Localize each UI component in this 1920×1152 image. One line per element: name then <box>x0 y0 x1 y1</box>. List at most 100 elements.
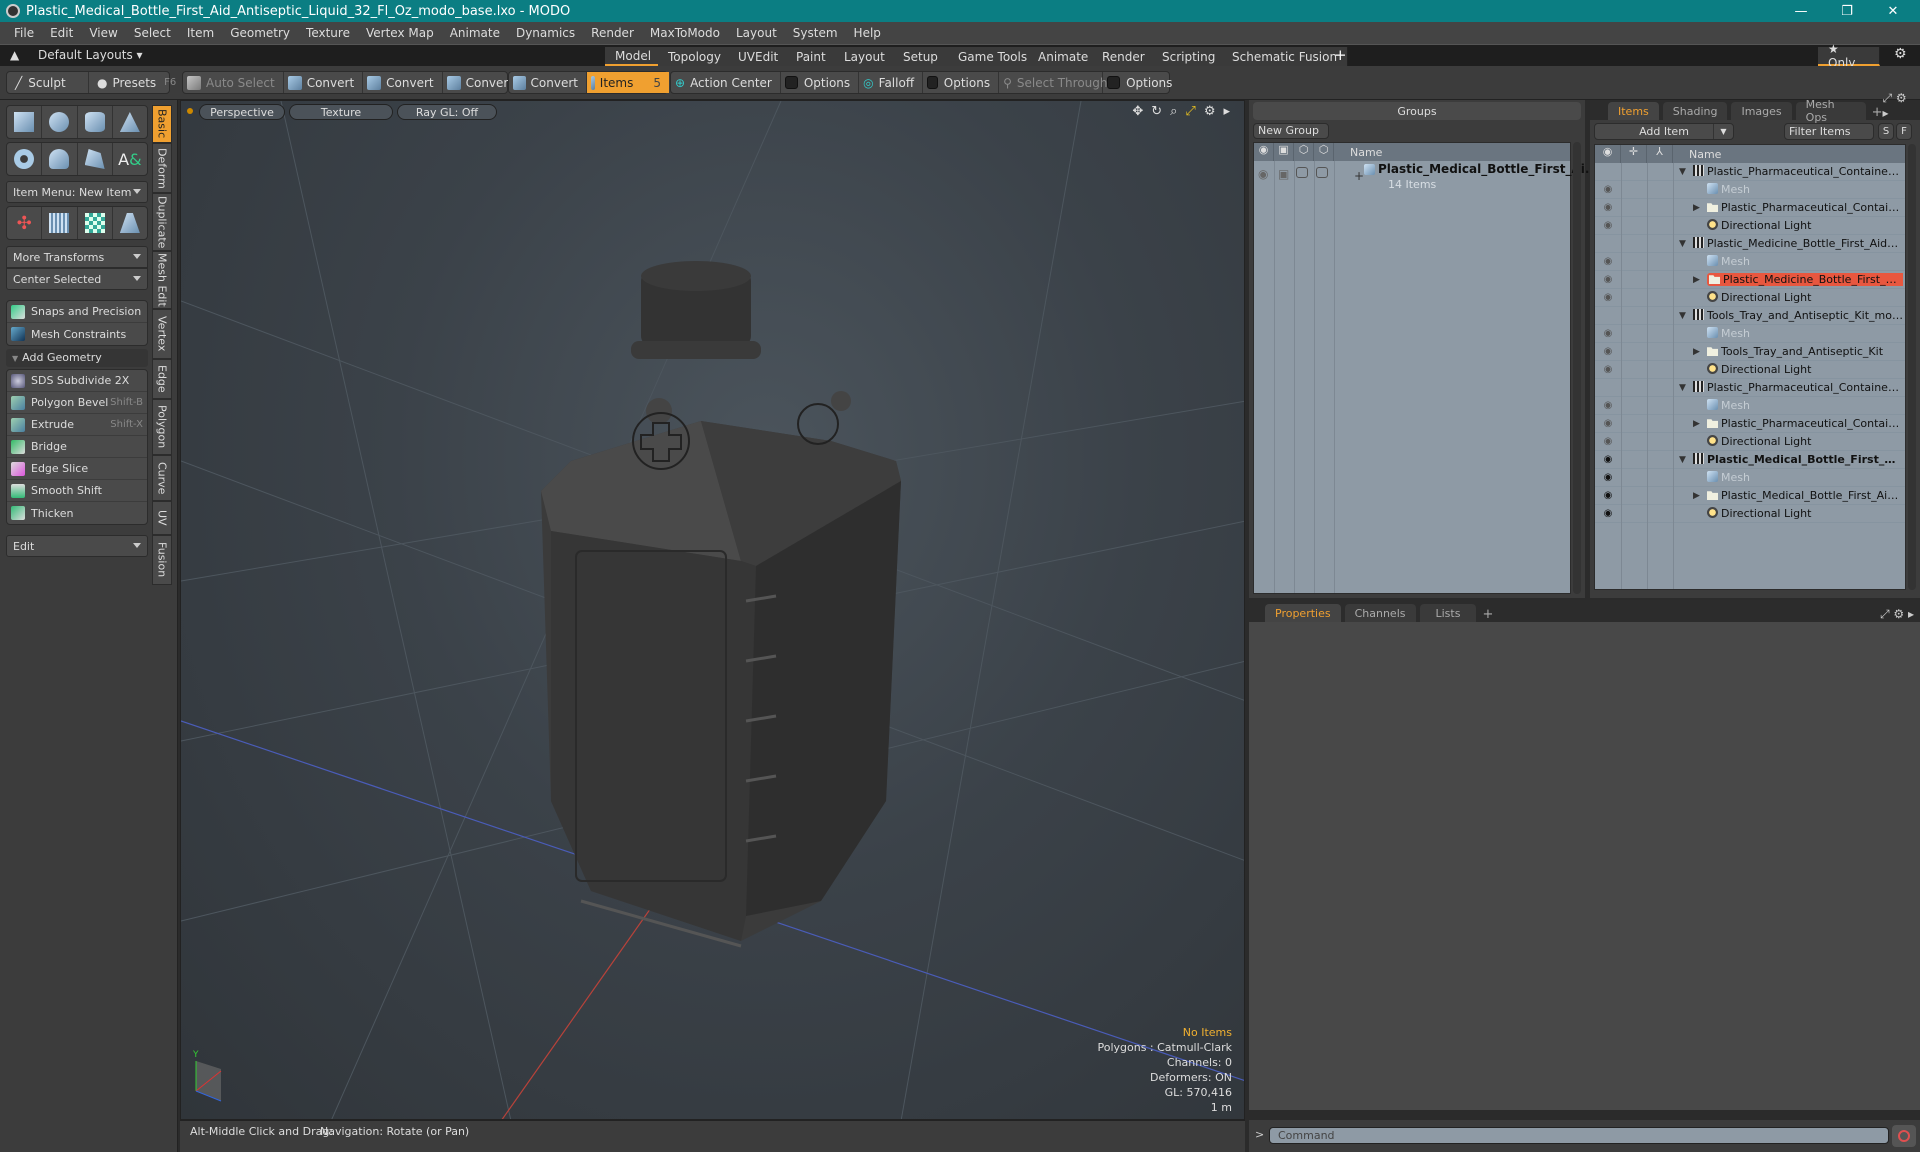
record-macro-button[interactable] <box>1892 1125 1916 1147</box>
convert-edges-button[interactable]: Convert <box>363 72 443 93</box>
collapse-triangle-icon[interactable]: ▼ <box>1679 383 1686 393</box>
tab-images[interactable]: Images <box>1731 102 1792 120</box>
panel-gear-icon[interactable]: ⤢ ⚙ ▸ <box>1882 91 1914 120</box>
expand-triangle-icon[interactable]: ▶ <box>1693 419 1700 429</box>
menu-layout[interactable]: Layout <box>728 26 785 40</box>
menu-item[interactable]: Item <box>179 26 222 40</box>
visibility-eye-icon[interactable]: ◉ <box>1595 328 1621 339</box>
taper-tool[interactable] <box>113 207 147 239</box>
tab-mesh-ops[interactable]: Mesh Ops <box>1795 98 1866 124</box>
menu-help[interactable]: Help <box>846 26 889 40</box>
transform-tool[interactable]: ✣ <box>7 207 43 239</box>
add-tab-icon[interactable]: + <box>1872 105 1883 120</box>
visibility-eye-icon[interactable]: ◉ <box>1595 508 1621 519</box>
visibility-eye-icon[interactable]: ◉ <box>1595 418 1621 429</box>
select-column-icon[interactable]: ⬡ <box>1314 143 1334 161</box>
sphere-tool[interactable] <box>42 106 78 138</box>
visibility-eye-icon[interactable]: ◉ <box>1595 184 1621 195</box>
expand-triangle-icon[interactable]: ▶ <box>1693 347 1700 357</box>
extrude-button[interactable]: Extrude Shift-X <box>7 414 147 436</box>
menu-geometry[interactable]: Geometry <box>222 26 298 40</box>
close-button[interactable]: ✕ <box>1870 0 1916 22</box>
render-column-icon[interactable]: ▣ <box>1274 143 1294 161</box>
cube-tool[interactable] <box>7 106 43 138</box>
item-row[interactable]: ◉ ▶ Plastic_Medical_Bottle_First_Aid_A... <box>1595 487 1905 505</box>
tab-model[interactable]: Model <box>605 47 663 66</box>
vtab-curve[interactable]: Curve <box>152 455 172 501</box>
lock-column-icon[interactable]: ⬡ <box>1294 143 1314 161</box>
tab-channels[interactable]: Channels <box>1344 604 1416 622</box>
select-through-button[interactable]: ⚲ Select Through <box>999 72 1108 93</box>
add-tab-button[interactable]: + <box>1334 46 1347 64</box>
tab-items[interactable]: Items <box>1608 102 1659 120</box>
collapse-triangle-icon[interactable]: ▼ <box>1679 311 1686 321</box>
lock-checkbox[interactable] <box>1296 167 1308 178</box>
visibility-eye-icon[interactable]: ◉ <box>1595 490 1621 501</box>
item-row[interactable]: ◉ Mesh <box>1595 469 1905 487</box>
convert-items-button[interactable]: Convert <box>509 72 587 93</box>
collapse-triangle-icon[interactable]: ▼ <box>1679 167 1686 177</box>
select-checkbox[interactable] <box>1316 167 1328 178</box>
vtab-mesh-edit[interactable]: Mesh Edit <box>152 251 172 309</box>
vtab-vertex[interactable]: Vertex <box>152 309 172 359</box>
expand-plus-icon[interactable]: + <box>1354 169 1364 183</box>
item-row[interactable]: ◉ Mesh <box>1595 325 1905 343</box>
vtab-deform[interactable]: Deform <box>152 143 172 193</box>
item-row[interactable]: ◉ ▶ Tools_Tray_and_Antiseptic_Kit <box>1595 343 1905 361</box>
item-row[interactable]: ▼ Plastic_Medicine_Bottle_First_Aid_An... <box>1595 235 1905 253</box>
vtab-uv[interactable]: UV <box>152 501 172 535</box>
vtab-fusion[interactable]: Fusion <box>152 535 172 585</box>
new-group-button[interactable]: New Group <box>1253 123 1329 139</box>
deform-tool[interactable] <box>42 207 78 239</box>
menu-view[interactable]: View <box>81 26 125 40</box>
bridge-button[interactable]: Bridge <box>7 436 147 458</box>
menu-file[interactable]: File <box>6 26 42 40</box>
menu-system[interactable]: System <box>785 26 846 40</box>
add-tab-icon[interactable]: + <box>1482 607 1493 622</box>
tab-topology[interactable]: Topology <box>658 47 732 66</box>
default-layouts-dropdown[interactable]: Default Layouts ▾ <box>38 48 143 62</box>
visibility-eye-icon[interactable]: ◉ <box>1595 202 1621 213</box>
item-row[interactable]: ◉ Directional Light <box>1595 505 1905 523</box>
groups-scrollbar[interactable] <box>1573 142 1581 594</box>
pan-icon[interactable]: ✥ <box>1132 104 1143 119</box>
filter-f-button[interactable]: F <box>1896 123 1912 140</box>
action-center-button[interactable]: ⊕ Action Center <box>671 72 781 93</box>
item-row[interactable]: ◉ Directional Light <box>1595 289 1905 307</box>
item-row[interactable]: ◉ ▼ Plastic_Medical_Bottle_First_Ai... <box>1595 451 1905 469</box>
item-row[interactable]: ◉ Mesh <box>1595 397 1905 415</box>
expand-triangle-icon[interactable]: ▶ <box>1693 491 1700 501</box>
tab-schematic-fusion[interactable]: Schematic Fusion <box>1222 47 1349 66</box>
edge-slice-button[interactable]: Edge Slice <box>7 458 147 480</box>
visibility-eye-icon[interactable]: ◉ <box>1595 472 1621 483</box>
add-geometry-header[interactable]: ▼ Add Geometry <box>6 349 148 367</box>
texture-tool[interactable] <box>78 207 113 239</box>
item-row[interactable]: ▼ Plastic_Pharmaceutical_Container_Br ... <box>1595 379 1905 397</box>
visibility-eye-icon[interactable]: ◉ <box>1595 364 1621 375</box>
visibility-column-icon[interactable]: ◉ <box>1254 143 1274 161</box>
item-row[interactable]: ◉ Mesh <box>1595 181 1905 199</box>
item-menu-dropdown[interactable]: Item Menu: New Item <box>6 181 148 203</box>
snaps-precision-button[interactable]: Snaps and Precision <box>7 301 147 323</box>
visibility-header-icon[interactable]: ◉ <box>1595 145 1621 163</box>
smooth-shift-button[interactable]: Smooth Shift <box>7 480 147 502</box>
item-row[interactable]: ◉ ▶ Plastic_Pharmaceutical_Container_... <box>1595 199 1905 217</box>
visibility-eye-icon[interactable]: ◉ <box>1595 454 1621 465</box>
center-selected-dropdown[interactable]: Center Selected <box>6 268 148 290</box>
more-transforms-dropdown[interactable]: More Transforms <box>6 246 148 268</box>
vtab-basic[interactable]: Basic <box>152 105 172 143</box>
rotate-icon[interactable]: ↻ <box>1151 104 1162 119</box>
visibility-eye-icon[interactable]: ◉ <box>1595 256 1621 267</box>
tab-properties[interactable]: Properties <box>1265 604 1341 622</box>
tab-game-tools[interactable]: Game Tools <box>948 47 1039 66</box>
only-toggle[interactable]: ★ Only <box>1818 42 1880 70</box>
pen-tool[interactable] <box>78 143 113 175</box>
menu-render[interactable]: Render <box>583 26 642 40</box>
add-item-dropdown[interactable]: Add Item ▼ <box>1594 123 1734 140</box>
tab-setup[interactable]: Setup <box>893 47 949 66</box>
raygl-toggle[interactable]: Ray GL: Off <box>397 104 497 120</box>
menu-dynamics[interactable]: Dynamics <box>508 26 583 40</box>
polygon-bevel-button[interactable]: Polygon Bevel Shift-B <box>7 392 147 414</box>
render-icon[interactable]: ▣ <box>1278 167 1289 181</box>
view-type-dropdown[interactable]: Perspective <box>199 104 285 120</box>
